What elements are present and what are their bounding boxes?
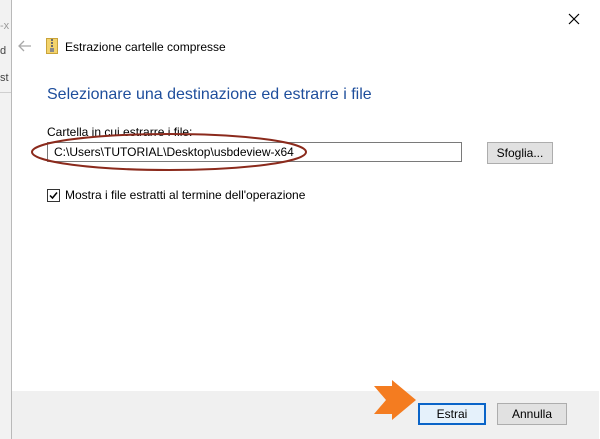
page-heading: Selezionare una destinazione ed estrarre… — [47, 86, 372, 103]
extract-dialog: Estrazione cartelle compresse Selezionar… — [11, 0, 599, 439]
browse-button[interactable]: Sfoglia... — [487, 142, 553, 164]
show-files-checkbox[interactable] — [47, 188, 60, 202]
background-text-fragment: d — [0, 45, 7, 57]
show-files-label: Mostra i file estratti al termine dell'o… — [65, 188, 306, 202]
close-button[interactable] — [563, 8, 585, 30]
close-icon — [568, 13, 580, 25]
background-divider — [0, 92, 11, 93]
background-window: -x d st — [0, 0, 11, 439]
back-button[interactable] — [16, 38, 34, 54]
dialog-title: Estrazione cartelle compresse — [65, 40, 226, 54]
background-text-fragment: -x — [0, 20, 10, 32]
extract-button[interactable]: Estrai — [418, 403, 486, 425]
background-text-fragment: st — [0, 72, 9, 84]
destination-label: Cartella in cui estrarre i file: — [47, 125, 193, 139]
destination-path-input[interactable] — [47, 142, 462, 162]
cancel-button[interactable]: Annulla — [497, 403, 567, 425]
show-files-option[interactable]: Mostra i file estratti al termine dell'o… — [47, 187, 305, 203]
zip-folder-icon — [46, 38, 58, 54]
back-arrow-icon — [18, 40, 31, 52]
checkmark-icon — [49, 191, 58, 199]
